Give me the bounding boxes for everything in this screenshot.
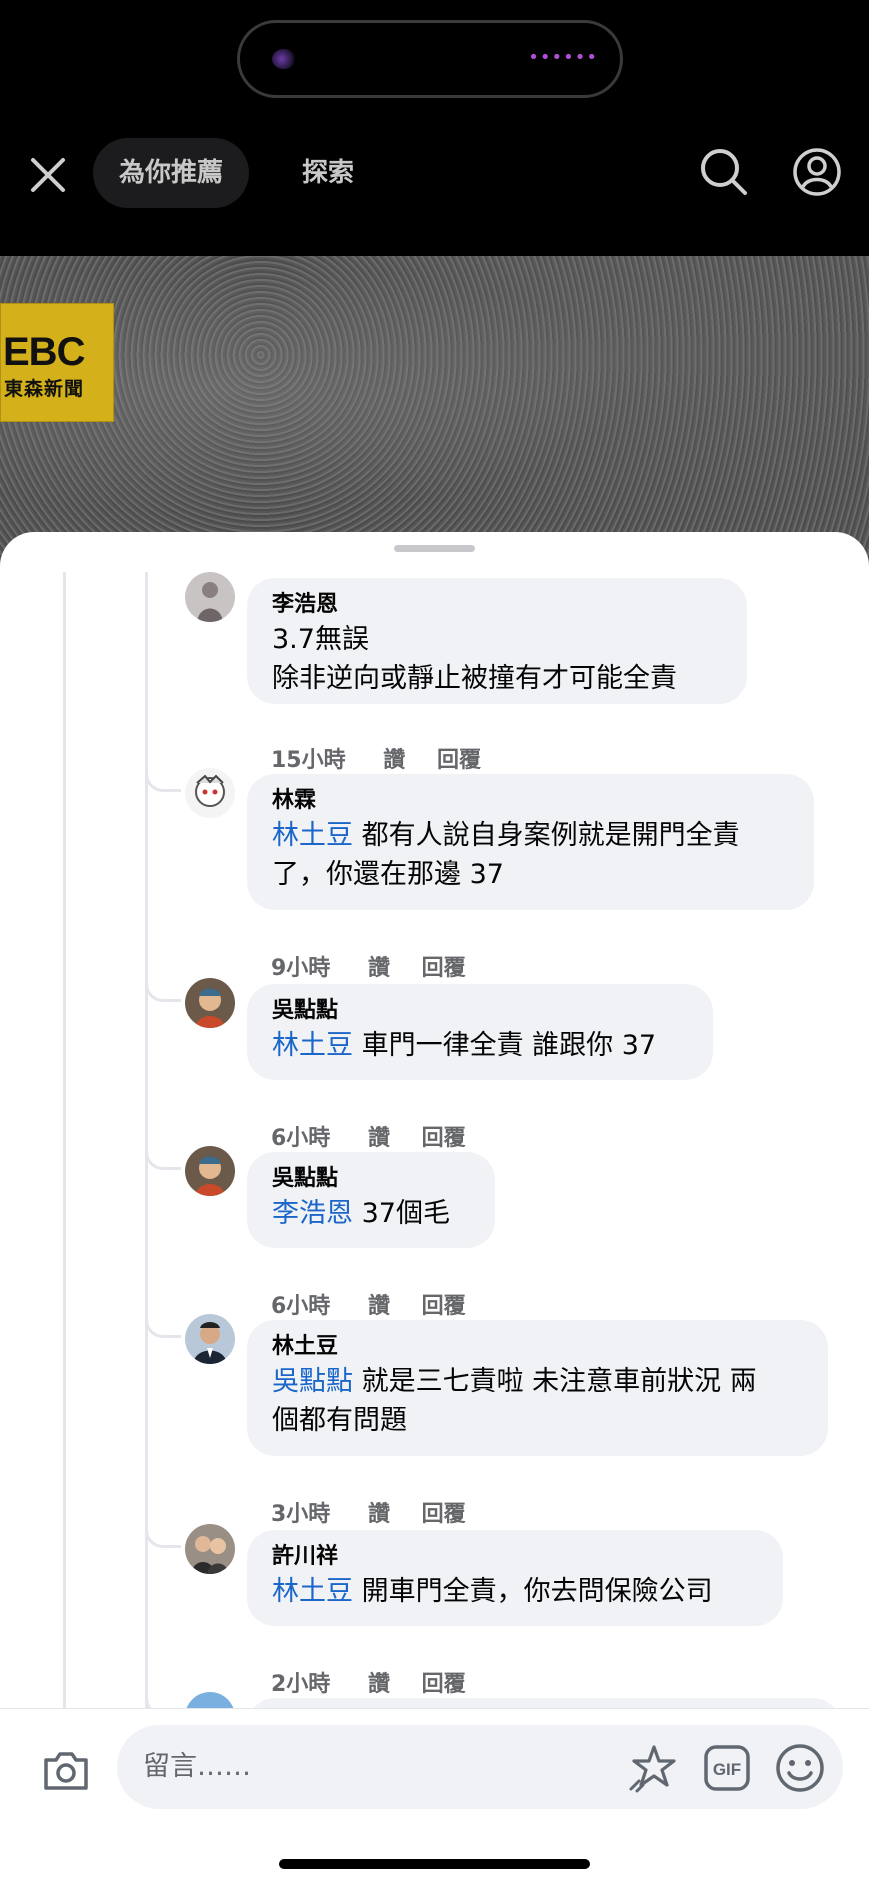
thread-connector [145,972,181,1002]
comment-meta: 3小時 讚 回覆 [271,1496,490,1528]
comment-text: 吳點點 就是三七責啦 未注意車前狀況 兩 [272,1362,802,1401]
avatar[interactable] [185,572,235,622]
comment-text: 除非逆向或靜止被撞有才可能全責 [272,663,677,694]
thread-connector [145,762,181,792]
reply-button[interactable]: 回覆 [422,1672,466,1697]
sheet-grabber[interactable] [394,545,475,552]
reply-button[interactable]: 回覆 [422,1126,466,1151]
mention-link[interactable]: 林土豆 [272,1030,353,1061]
comment-text: 個都有問題 [272,1405,407,1436]
comment-meta: 9小時 讚 回覆 [271,950,490,982]
home-indicator[interactable] [279,1859,590,1869]
avatar[interactable] [185,1314,235,1364]
comment-body: 車門一律全責 誰跟你 37 [353,1030,657,1061]
like-button[interactable]: 讚 [368,1294,390,1319]
thread-connector [145,1518,181,1548]
ebc-news-logo: EBC 東森新聞 [0,303,114,422]
comment-time: 3小時 [271,1502,331,1527]
comment-author[interactable]: 李浩恩 [272,590,721,620]
comment-meta: 6小時 讚 回覆 [271,1288,490,1320]
camera-icon[interactable] [40,1744,92,1796]
like-button[interactable]: 讚 [368,956,390,981]
comment-body: 開車門全責，你去問保險公司 [353,1576,713,1607]
comments-sheet: 李浩恩 3.7無誤 除非逆向或靜止被撞有才可能全責 15小時 讚 回覆 林霖 林… [0,532,869,1884]
mention-link[interactable]: 林土豆 [272,1576,353,1607]
comment-meta: 6小時 讚 回覆 [271,1120,490,1152]
comment-author[interactable]: 吳點點 [272,1164,469,1194]
comment-time: 6小時 [271,1294,331,1319]
dynamic-island: •••••• [237,20,623,98]
thread-line [63,572,66,1752]
comment-author[interactable]: 林霖 [272,786,788,816]
mention-link[interactable]: 吳點點 [272,1366,353,1397]
logo-small-text: 東森新聞 [4,378,85,400]
comment-time: 15小時 [271,748,346,773]
mention-link[interactable]: 李浩恩 [272,1198,353,1229]
reply-button[interactable]: 回覆 [437,748,481,773]
reply-button[interactable]: 回覆 [422,956,466,981]
comment-meta: 2小時 讚 回覆 [271,1666,490,1698]
comment-author[interactable]: 許川祥 [272,1542,757,1572]
reply-button[interactable]: 回覆 [422,1294,466,1319]
like-button[interactable]: 讚 [368,1672,390,1697]
comment-body: 都有人說自身案例就是開門全責 [353,820,740,851]
comment-input[interactable]: 留言…… GIF [117,1725,843,1809]
reply-button[interactable]: 回覆 [422,1502,466,1527]
svg-text:GIF: GIF [713,1760,741,1779]
comment-time: 9小時 [271,956,331,981]
comment-body: 37個毛 [353,1198,450,1229]
comment-bubble[interactable]: 吳點點 林土豆 車門一律全責 誰跟你 37 [247,984,713,1080]
search-icon[interactable] [699,147,749,197]
avatar[interactable] [185,1146,235,1196]
comment-author[interactable]: 林土豆 [272,1332,802,1362]
comment-bubble[interactable]: 吳點點 李浩恩 37個毛 [247,1152,495,1248]
thread-connector [145,1308,181,1338]
comment-bubble[interactable]: 許川祥 林土豆 開車門全責，你去問保險公司 [247,1530,783,1626]
activity-indicator-icon [272,49,296,69]
comment-meta: 15小時 讚 回覆 [271,742,505,774]
comment-bubble[interactable]: 林土豆 吳點點 就是三七責啦 未注意車前狀況 兩 個都有問題 [247,1320,828,1456]
comment-text: 3.7無誤 [272,624,369,655]
thread-connector [145,1140,181,1170]
mention-link[interactable]: 林土豆 [272,820,353,851]
logo-big-text: EBC [3,330,85,374]
comment-author[interactable]: 吳點點 [272,996,687,1026]
comment-text: 林土豆 開車門全責，你去問保險公司 [272,1572,757,1611]
gif-icon[interactable]: GIF [702,1743,752,1793]
comment-body: 就是三七責啦 未注意車前狀況 兩 [353,1366,757,1397]
comment-text: 林土豆 都有人說自身案例就是開門全責 [272,816,788,855]
comment-text: 李浩恩 37個毛 [272,1194,469,1233]
comment-composer: 留言…… GIF [0,1708,869,1885]
comment-text: 林土豆 車門一律全責 誰跟你 37 [272,1026,687,1065]
top-bar: 為你推薦 探索 [0,130,869,216]
comment-bubble[interactable]: 林霖 林土豆 都有人說自身案例就是開門全責 了，你還在那邊 37 [247,774,814,910]
avatar[interactable] [185,978,235,1028]
comment-text: 了，你還在那邊 37 [272,859,504,890]
comment-bubble[interactable]: 李浩恩 3.7無誤 除非逆向或靜止被撞有才可能全責 [247,578,747,704]
avatar[interactable] [185,768,235,818]
profile-icon[interactable] [792,147,842,197]
sticker-icon[interactable] [627,1741,681,1795]
activity-dots-icon: •••••• [528,47,598,68]
emoji-icon[interactable] [773,1741,827,1795]
comment-time: 6小時 [271,1126,331,1151]
like-button[interactable]: 讚 [383,748,405,773]
like-button[interactable]: 讚 [368,1502,390,1527]
like-button[interactable]: 讚 [368,1126,390,1151]
avatar[interactable] [185,1524,235,1574]
tab-explore[interactable]: 探索 [302,138,354,208]
tab-recommended[interactable]: 為你推薦 [93,138,250,208]
comment-time: 2小時 [271,1672,331,1697]
comment-input-placeholder: 留言…… [143,1751,251,1782]
close-icon[interactable] [26,153,70,197]
